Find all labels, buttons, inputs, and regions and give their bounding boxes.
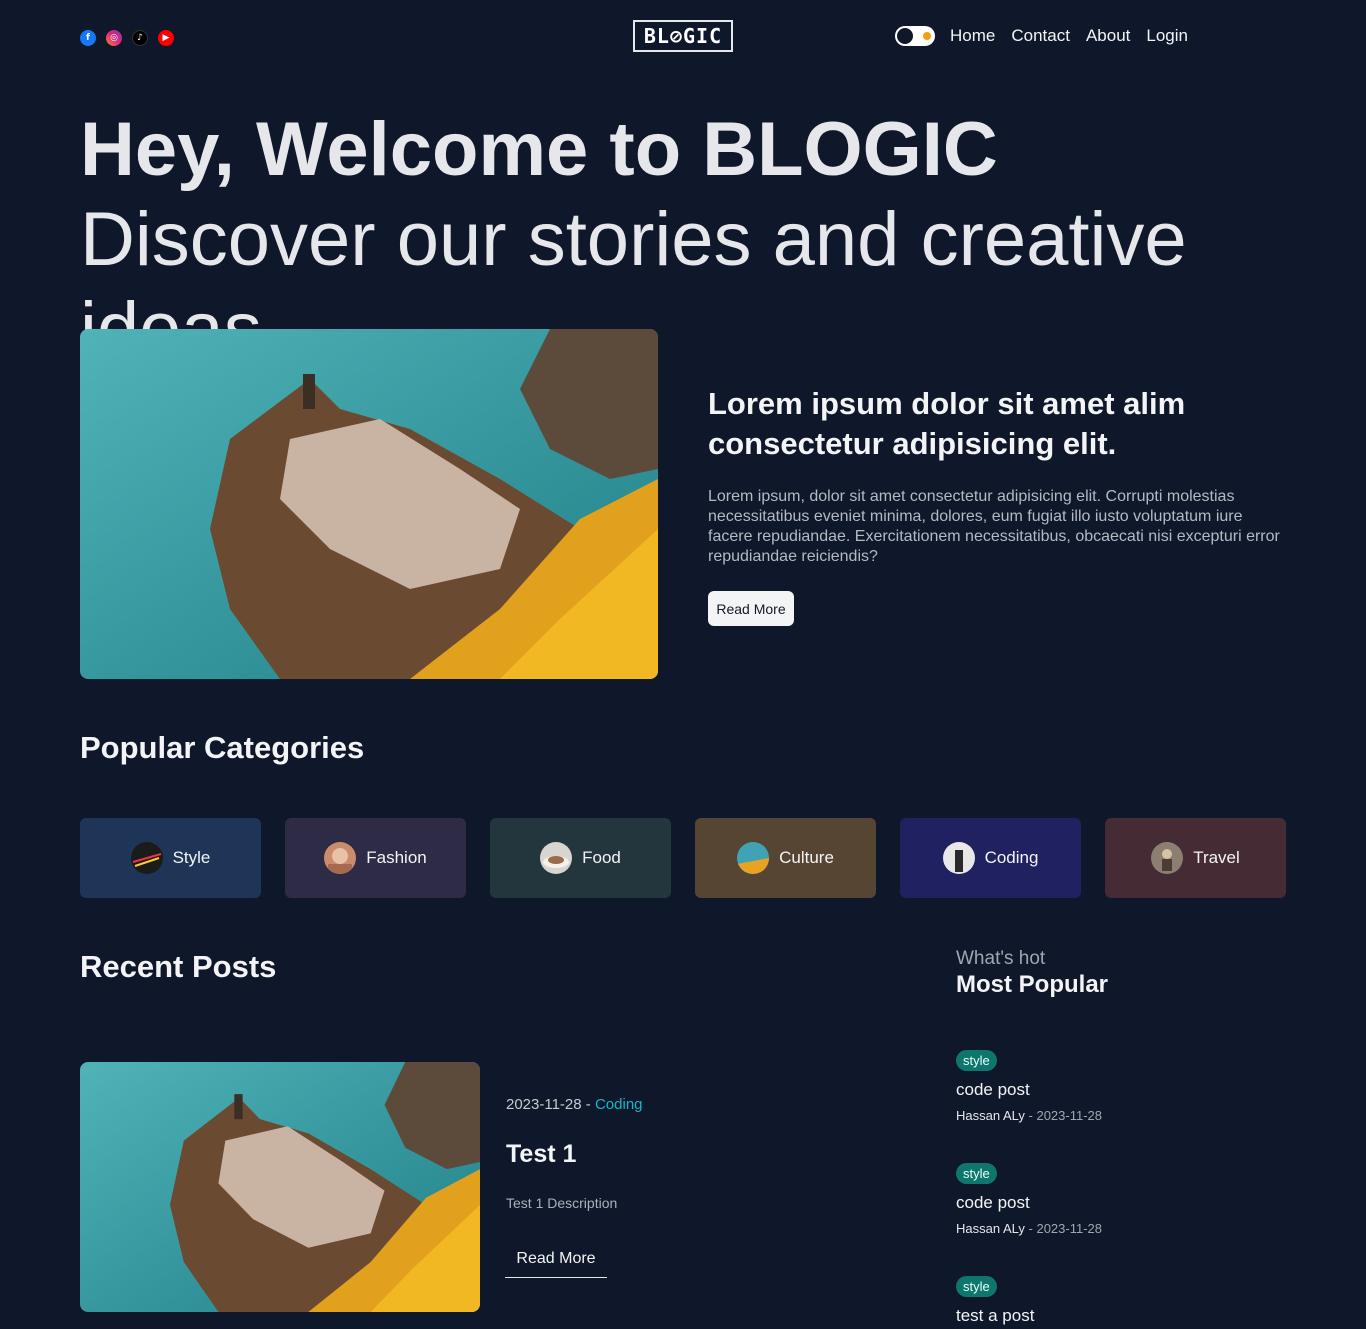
category-culture-label: Culture — [779, 848, 834, 867]
category-fashion[interactable]: Fashion — [285, 818, 466, 898]
category-culture[interactable]: Culture — [695, 818, 876, 898]
recent-posts-heading: Recent Posts — [80, 949, 277, 984]
popular-item-tag[interactable]: style — [956, 1050, 997, 1071]
instagram-icon[interactable]: ◎ — [106, 30, 122, 46]
recent-post-category[interactable]: Coding — [595, 1096, 643, 1113]
featured-post-description: Lorem ipsum, dolor sit amet consectetur … — [708, 488, 1280, 565]
category-style-thumbnail — [130, 842, 163, 874]
recent-post-meta: 2023-11-28 - Coding — [506, 1096, 643, 1113]
category-food-label: Food — [582, 848, 621, 867]
popular-title: Most Popular — [956, 971, 1109, 998]
popular-item[interactable]: style test a post — [956, 1276, 1276, 1326]
popular-item-title[interactable]: test a post — [956, 1306, 1276, 1326]
categories-list: Style Fashion Food Culture Coding Travel — [80, 818, 1286, 898]
nav-login-link[interactable]: Login — [1146, 26, 1188, 46]
category-food[interactable]: Food — [490, 818, 671, 898]
recent-post-title[interactable]: Test 1 — [506, 1140, 576, 1169]
category-fashion-thumbnail — [324, 842, 357, 874]
featured-read-more-button[interactable]: Read More — [708, 591, 794, 626]
sun-icon — [923, 32, 931, 40]
popular-item-tag[interactable]: style — [956, 1163, 997, 1184]
category-culture-thumbnail — [737, 842, 770, 874]
popular-item-meta: Hassan ALy - 2023-11-28 — [956, 1108, 1103, 1123]
popular-item-date: 2023-11-28 — [1036, 1108, 1103, 1123]
category-travel[interactable]: Travel — [1105, 818, 1286, 898]
popular-item-date: 2023-11-28 — [1036, 1221, 1103, 1236]
nav-about-link[interactable]: About — [1086, 26, 1130, 46]
category-style[interactable]: Style — [80, 818, 261, 898]
nav-menu: Home Contact About Login — [895, 26, 1188, 46]
facebook-icon[interactable]: f — [80, 30, 96, 46]
tiktok-icon[interactable]: ♪ — [132, 30, 148, 46]
moon-icon — [897, 28, 913, 44]
popular-item[interactable]: style code post Hassan ALy - 2023-11-28 — [956, 1163, 1276, 1236]
popular-item-tag[interactable]: style — [956, 1276, 997, 1297]
nav-home-link[interactable]: Home — [950, 26, 995, 46]
site-logo[interactable]: BL⊘GIC — [633, 20, 733, 52]
nav-contact-link[interactable]: Contact — [1011, 26, 1070, 46]
category-coding[interactable]: Coding — [900, 818, 1081, 898]
category-coding-label: Coding — [984, 848, 1039, 867]
youtube-icon[interactable]: ▶ — [158, 30, 174, 46]
popular-item-author: Hassan ALy — [956, 1221, 1025, 1236]
featured-post-title[interactable]: Lorem ipsum dolor sit amet alim consecte… — [708, 384, 1268, 464]
navbar: f ◎ ♪ ▶ BL⊘GIC Home Contact About Login — [80, 20, 1286, 56]
popular-item-meta: Hassan ALy - 2023-11-28 — [956, 1221, 1103, 1236]
recent-post-separator: - — [581, 1096, 595, 1113]
category-travel-thumbnail — [1151, 842, 1184, 874]
recent-post-read-more-button[interactable]: Read More — [505, 1240, 607, 1278]
recent-post-description: Test 1 Description — [506, 1195, 618, 1211]
category-travel-label: Travel — [1193, 848, 1240, 867]
popular-subtitle: What's hot — [956, 948, 1046, 969]
recent-post-image[interactable] — [80, 1062, 480, 1312]
popular-item-author: Hassan ALy — [956, 1108, 1025, 1123]
categories-heading: Popular Categories — [80, 730, 365, 765]
popular-item-title[interactable]: code post — [956, 1080, 1276, 1100]
popular-item[interactable]: style code post Hassan ALy - 2023-11-28 — [956, 1050, 1276, 1123]
category-fashion-label: Fashion — [366, 848, 427, 867]
popular-item-title[interactable]: code post — [956, 1193, 1276, 1213]
hero-title-bold: Hey, Welcome to BLOGIC — [80, 107, 998, 192]
category-food-thumbnail — [540, 842, 573, 874]
category-style-label: Style — [172, 848, 211, 867]
recent-post-date: 2023-11-28 — [506, 1096, 582, 1113]
social-links: f ◎ ♪ ▶ — [80, 30, 174, 46]
featured-post-image[interactable] — [80, 329, 658, 679]
category-coding-thumbnail — [942, 842, 975, 874]
theme-toggle[interactable] — [895, 26, 935, 46]
